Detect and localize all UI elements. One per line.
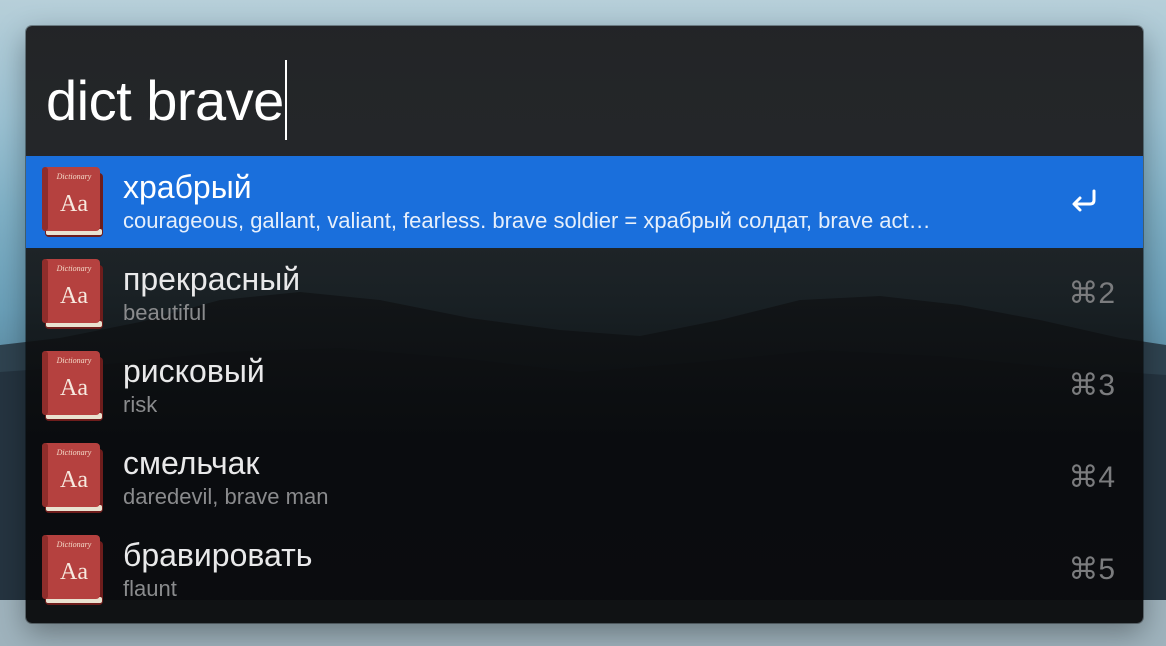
text-caret	[284, 60, 287, 140]
search-query: dict brave	[46, 69, 284, 132]
result-subtitle: courageous, gallant, valiant, fearless. …	[123, 208, 931, 233]
result-title: смельчак	[123, 445, 260, 481]
return-icon	[1072, 189, 1096, 212]
dictionary-icon: Dictionary Aa	[42, 443, 103, 513]
result-subtitle: daredevil, brave man	[123, 484, 329, 509]
result-row[interactable]: Dictionary Aa рисковый risk ⌘3	[26, 340, 1143, 432]
dictionary-icon: Dictionary Aa	[42, 351, 103, 421]
search-input[interactable]: dict brave	[46, 60, 287, 140]
search-bar[interactable]: dict brave	[26, 26, 1143, 156]
result-subtitle: flaunt	[123, 576, 177, 601]
dictionary-icon-label: Dictionary	[56, 264, 92, 273]
dictionary-icon: Dictionary Aa	[42, 167, 103, 237]
result-subtitle: risk	[123, 392, 158, 417]
result-title: бравировать	[123, 537, 313, 573]
result-subtitle: beautiful	[123, 300, 207, 325]
dictionary-icon-glyph: Aa	[60, 283, 88, 309]
launcher-window: dict brave Dictionary Aa храбрый courage…	[26, 26, 1143, 623]
dictionary-icon-label: Dictionary	[56, 356, 92, 365]
dictionary-icon-glyph: Aa	[60, 375, 88, 401]
result-shortcut: ⌘4	[1068, 461, 1115, 494]
dictionary-icon: Dictionary Aa	[42, 535, 103, 605]
dictionary-icon-glyph: Aa	[60, 559, 88, 585]
result-shortcut: ⌘2	[1068, 277, 1115, 310]
result-row[interactable]: Dictionary Aa смельчак daredevil, brave …	[26, 432, 1143, 524]
result-row[interactable]: Dictionary Aa храбрый courageous, gallan…	[26, 156, 1143, 248]
dictionary-icon-label: Dictionary	[56, 540, 92, 549]
result-row[interactable]: Dictionary Aa прекрасный beautiful ⌘2	[26, 248, 1143, 340]
dictionary-icon: Dictionary Aa	[42, 259, 103, 329]
result-title: храбрый	[123, 169, 252, 205]
dictionary-icon-glyph: Aa	[60, 467, 88, 493]
dictionary-icon-glyph: Aa	[60, 191, 88, 217]
result-title: рисковый	[123, 353, 265, 389]
result-title: прекрасный	[123, 261, 301, 297]
results-list: Dictionary Aa храбрый courageous, gallan…	[26, 156, 1143, 616]
result-row[interactable]: Dictionary Aa бравировать flaunt ⌘5	[26, 524, 1143, 616]
result-shortcut: ⌘3	[1068, 369, 1115, 402]
result-shortcut: ⌘5	[1068, 553, 1115, 586]
dictionary-icon-label: Dictionary	[56, 448, 92, 457]
dictionary-icon-label: Dictionary	[56, 172, 92, 181]
